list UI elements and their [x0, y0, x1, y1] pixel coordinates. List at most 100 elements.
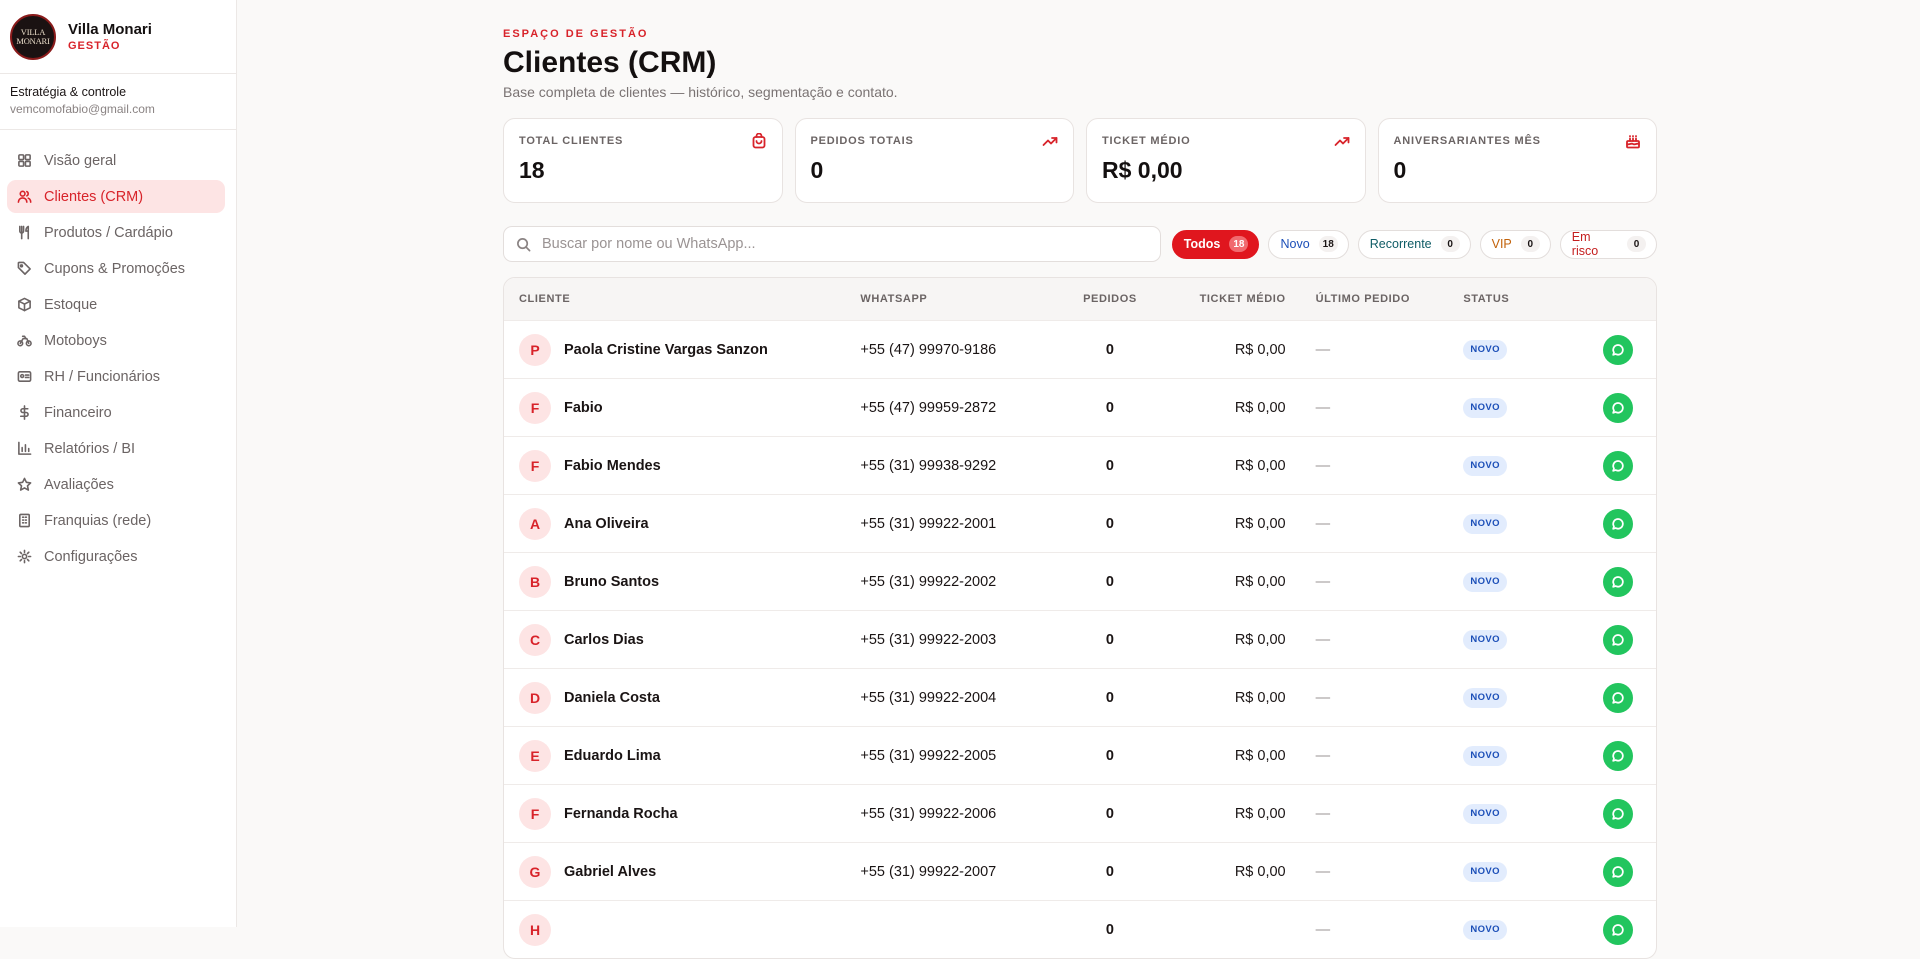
whatsapp-button[interactable] [1603, 914, 1634, 945]
avatar: A [519, 507, 551, 540]
filter-chip-em-risco[interactable]: Em risco 0 [1559, 229, 1657, 259]
brand-header: VILLA MONARI Villa Monari GESTÃO [0, 0, 236, 74]
table-row[interactable]: C Carlos Dias +55 (31) 99922-2003 0 R$ 0,00 —… [504, 610, 1656, 668]
whatsapp-button[interactable] [1603, 798, 1634, 829]
dollar-icon [17, 405, 32, 420]
whatsapp-button[interactable] [1603, 566, 1634, 597]
cell-pedidos: 0 [1105, 863, 1114, 880]
sidebar-item-rh[interactable]: RH / Funcionários [7, 360, 225, 393]
filter-chip-vip[interactable]: VIP 0 [1479, 229, 1551, 259]
page-subtitle: Base completa de clientes — histórico, s… [503, 84, 898, 100]
whatsapp-icon [1611, 575, 1625, 589]
cell-whatsapp: +55 (31) 99922-2003 [860, 631, 997, 648]
cell-status: NOVO [1463, 861, 1556, 882]
cell-actions [1556, 856, 1656, 887]
table-row[interactable]: P Paola Cristine Vargas Sanzon +55 (47) 99… [504, 320, 1656, 378]
cell-status: NOVO [1463, 513, 1556, 534]
whatsapp-button[interactable] [1603, 740, 1634, 771]
account-email: vemcomofabio@gmail.com [10, 102, 155, 116]
client-name[interactable]: Bruno Santos [564, 574, 659, 590]
account-info: Estratégia & controle vemcomofabio@gmail… [0, 74, 236, 130]
client-name[interactable]: Fabio [564, 400, 603, 416]
status-badge: NOVO [1463, 919, 1507, 940]
filter-chip-recorrente[interactable]: Recorrente 0 [1357, 229, 1471, 259]
cell-pedidos: 0 [1105, 631, 1114, 648]
filter-chip-novo[interactable]: Novo 18 [1268, 229, 1349, 259]
cell-status: NOVO [1463, 803, 1556, 824]
table-row[interactable]: F Fabio Mendes +55 (31) 99938-9292 0 R$ 0,00… [504, 436, 1656, 494]
cell-actions [1556, 392, 1656, 423]
sidebar-item-visao-geral[interactable]: Visão geral [7, 144, 225, 177]
status-badge: NOVO [1463, 571, 1507, 592]
client-name[interactable]: Eduardo Lima [564, 748, 661, 764]
whatsapp-button[interactable] [1603, 334, 1634, 365]
whatsapp-button[interactable] [1603, 392, 1634, 423]
users-icon [17, 189, 32, 204]
client-name[interactable]: Fabio Mendes [564, 458, 661, 474]
sidebar-nav: Visão geral Clientes (CRM) Produtos / Ca… [0, 130, 236, 573]
sidebar-item-motoboys[interactable]: Motoboys [7, 324, 225, 357]
column-header-pedidos[interactable]: PEDIDOS [1060, 293, 1160, 305]
cell-ticket-medio: R$ 0,00 [1234, 631, 1286, 648]
column-header-whatsapp[interactable]: WHATSAPP [860, 293, 1060, 305]
table-body: P Paola Cristine Vargas Sanzon +55 (47) 99… [504, 320, 1656, 958]
client-name[interactable]: Gabriel Alves [564, 864, 656, 880]
sidebar-item-relatorios[interactable]: Relatórios / BI [7, 432, 225, 465]
sidebar-item-produtos[interactable]: Produtos / Cardápio [7, 216, 225, 249]
brand-subtitle: GESTÃO [68, 40, 121, 52]
star-icon [17, 477, 32, 492]
whatsapp-button[interactable] [1603, 624, 1634, 655]
sidebar-item-label: Produtos / Cardápio [44, 224, 173, 241]
client-name[interactable]: Fernanda Rocha [564, 806, 678, 822]
table-row[interactable]: H 0 — NOVO [504, 900, 1656, 958]
sidebar-item-cupons[interactable]: Cupons & Promoções [7, 252, 225, 285]
avatar: E [519, 739, 551, 772]
sidebar-item-franquias[interactable]: Franquias (rede) [7, 504, 225, 537]
table-row[interactable]: E Eduardo Lima +55 (31) 99922-2005 0 R$ 0,00… [504, 726, 1656, 784]
column-header-status[interactable]: STATUS [1463, 293, 1556, 305]
search-box [503, 226, 1161, 262]
column-header-cliente[interactable]: CLIENTE [504, 293, 860, 305]
cell-actions [1556, 740, 1656, 771]
whatsapp-icon [1611, 691, 1625, 705]
sidebar-item-avaliacoes[interactable]: Avaliações [7, 468, 225, 501]
sidebar-item-configuracoes[interactable]: Configurações [7, 540, 225, 573]
page-eyebrow: ESPAÇO DE GESTÃO [503, 28, 649, 40]
sidebar-item-label: Avaliações [44, 476, 114, 493]
client-name[interactable]: Daniela Costa [564, 690, 660, 706]
whatsapp-button[interactable] [1603, 682, 1634, 713]
cell-ticket-medio: R$ 0,00 [1234, 689, 1286, 706]
table-row[interactable]: B Bruno Santos +55 (31) 99922-2002 0 R$ 0,00… [504, 552, 1656, 610]
search-input[interactable] [542, 227, 1142, 261]
whatsapp-button[interactable] [1603, 508, 1634, 539]
filter-chip-todos[interactable]: Todos 18 [1171, 229, 1260, 259]
table-row[interactable]: F Fabio +55 (47) 99959-2872 0 R$ 0,00 — NOVO [504, 378, 1656, 436]
whatsapp-button[interactable] [1603, 856, 1634, 887]
bike-icon [17, 333, 32, 348]
whatsapp-button[interactable] [1603, 450, 1634, 481]
table-row[interactable]: A Ana Oliveira +55 (31) 99922-2001 0 R$ 0,00… [504, 494, 1656, 552]
client-name[interactable]: Carlos Dias [564, 632, 644, 648]
status-badge: NOVO [1463, 397, 1507, 418]
table-row[interactable]: D Daniela Costa +55 (31) 99922-2004 0 R$ 0,0… [504, 668, 1656, 726]
column-header-ticket-medio[interactable]: TICKET MÉDIO [1160, 293, 1286, 305]
table-row[interactable]: F Fernanda Rocha +55 (31) 99922-2006 0 R$ 0,… [504, 784, 1656, 842]
status-badge: NOVO [1463, 745, 1507, 766]
column-header-ultimo-pedido[interactable]: ÚLTIMO PEDIDO [1286, 293, 1464, 305]
client-name[interactable]: Paola Cristine Vargas Sanzon [564, 342, 768, 358]
cell-ultimo-pedido: — [1315, 689, 1331, 706]
sidebar-item-financeiro[interactable]: Financeiro [7, 396, 225, 429]
table-row[interactable]: G Gabriel Alves +55 (31) 99922-2007 0 R$ 0,0… [504, 842, 1656, 900]
cell-ticket-medio: R$ 0,00 [1234, 457, 1286, 474]
cell-ticket-medio: R$ 0,00 [1234, 805, 1286, 822]
bag-icon [751, 133, 767, 149]
search-icon [516, 237, 531, 252]
filter-chip-label: Novo [1280, 237, 1310, 251]
cell-cliente: A Ana Oliveira [504, 507, 860, 540]
brand-logo[interactable]: VILLA MONARI [10, 13, 56, 60]
sidebar-item-clientes[interactable]: Clientes (CRM) [7, 180, 225, 213]
sidebar-item-label: Visão geral [44, 152, 117, 169]
cell-cliente: G Gabriel Alves [504, 855, 860, 888]
client-name[interactable]: Ana Oliveira [564, 516, 649, 532]
sidebar-item-estoque[interactable]: Estoque [7, 288, 225, 321]
